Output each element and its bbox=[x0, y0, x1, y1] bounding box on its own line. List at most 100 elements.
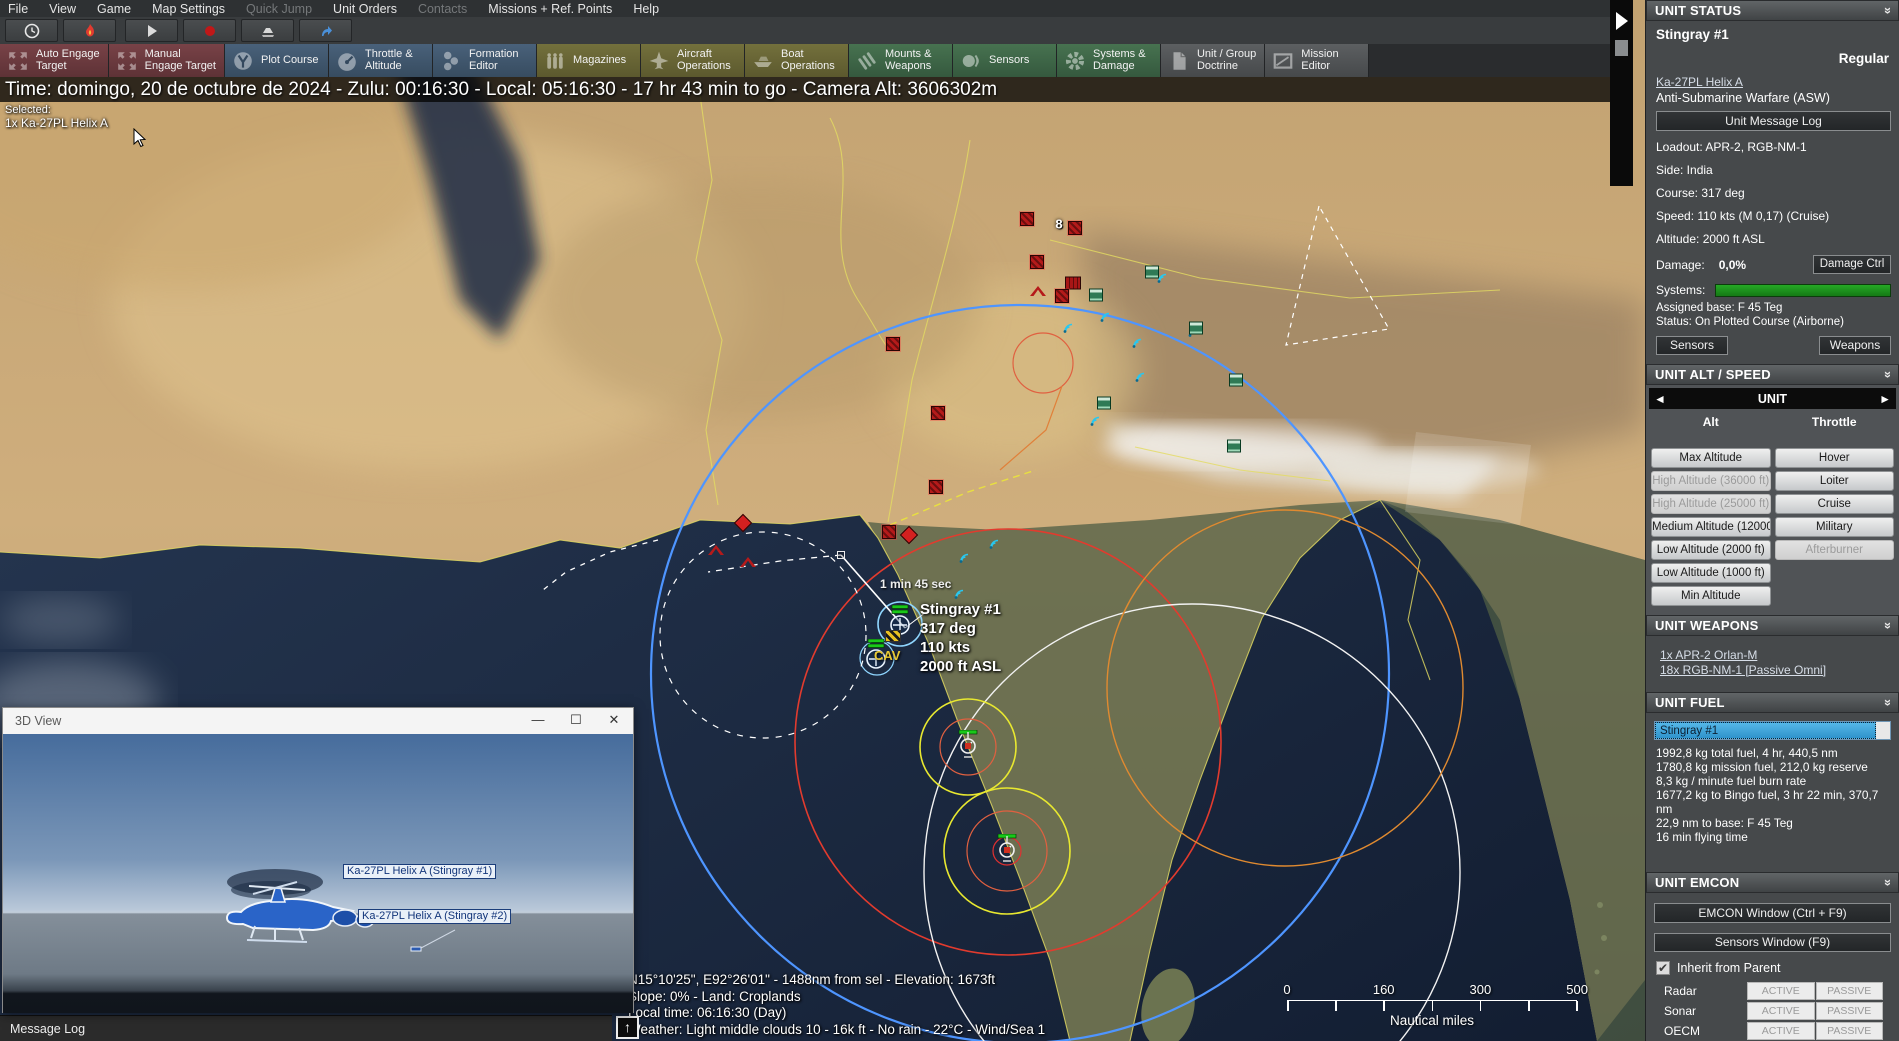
weapon-link[interactable]: 18x RGB-NM-1 [Passive Omni] bbox=[1660, 663, 1891, 678]
unit-message-log-button[interactable]: Unit Message Log bbox=[1656, 111, 1891, 131]
quick-button-jump-icon[interactable] bbox=[299, 19, 352, 42]
sidebar-expand-icon[interactable] bbox=[1616, 12, 1628, 30]
engage-icon bbox=[6, 50, 30, 72]
3d-view-title: 3D View bbox=[15, 714, 61, 728]
menu-item-view[interactable]: View bbox=[49, 2, 76, 16]
fuel-unit-selector[interactable]: Stingray #1 bbox=[1654, 721, 1891, 740]
fuel-info-line: 1780,8 kg mission fuel, 212,0 kg reserve bbox=[1656, 760, 1893, 774]
message-log-bar[interactable]: Message Log bbox=[0, 1015, 612, 1041]
toolbar-button-unit-group[interactable]: Unit / Group Doctrine bbox=[1161, 44, 1265, 77]
unit-status-title: UNIT STATUS bbox=[1655, 3, 1741, 18]
quick-button-play-icon[interactable] bbox=[125, 19, 178, 42]
collapse-icon[interactable]: « bbox=[1879, 879, 1894, 886]
hostile-installation-icon[interactable] bbox=[886, 337, 900, 351]
toolbar-button-aircraft[interactable]: Aircraft Operations bbox=[641, 44, 745, 77]
emcon-sensor-label: Sonar bbox=[1664, 1004, 1746, 1018]
menu-item-help[interactable]: Help bbox=[633, 2, 659, 16]
toolbar-button-sensors[interactable]: Sensors bbox=[953, 44, 1057, 77]
unit-type-link[interactable]: Ka-27PL Helix A bbox=[1656, 75, 1743, 89]
emcon-window-button[interactable]: EMCON Window (Ctrl + F9) bbox=[1654, 903, 1891, 923]
quick-button-flame-icon[interactable] bbox=[63, 19, 116, 42]
hostile-installation-icon[interactable] bbox=[929, 480, 943, 494]
friendly-surface-symbol[interactable] bbox=[955, 730, 981, 760]
menu-item-file[interactable]: File bbox=[8, 2, 28, 16]
dropdown-icon[interactable] bbox=[1876, 722, 1890, 739]
3d-view-titlebar[interactable]: 3D View — ☐ ✕ bbox=[3, 708, 633, 734]
scope-next-arrow[interactable]: ► bbox=[1874, 392, 1896, 406]
throttle-button-military[interactable]: Military bbox=[1775, 517, 1895, 537]
sensors-button[interactable]: Sensors bbox=[1656, 336, 1728, 355]
hostile-installation-icon[interactable] bbox=[1030, 255, 1044, 269]
emcon-passive-button-radar[interactable]: PASSIVE bbox=[1816, 982, 1884, 1000]
section-header-unit-status[interactable]: UNIT STATUS « bbox=[1646, 0, 1899, 21]
collapse-icon[interactable]: « bbox=[1879, 371, 1894, 378]
3d-view-canvas[interactable]: Ka-27PL Helix A (Stingray #1) Ka-27PL He… bbox=[3, 734, 633, 1013]
toolbar-button-systems-[interactable]: Systems & Damage bbox=[1057, 44, 1161, 77]
sensor-emitter-icon bbox=[1125, 334, 1143, 349]
clock-icon bbox=[24, 23, 40, 39]
throttle-button-cruise[interactable]: Cruise bbox=[1775, 494, 1895, 514]
quick-button-layers-icon[interactable] bbox=[241, 19, 294, 42]
toolbar-button-auto-engage[interactable]: Auto Engage Target bbox=[0, 44, 109, 77]
formation-icon bbox=[439, 50, 463, 72]
toolbar-button-manual[interactable]: Manual Engage Target bbox=[109, 44, 225, 77]
menu-item-missions-ref-points[interactable]: Missions + Ref. Points bbox=[488, 2, 612, 16]
close-icon[interactable]: ✕ bbox=[595, 708, 633, 734]
quick-button-clock-icon[interactable] bbox=[5, 19, 58, 42]
alt-button-min-altitude[interactable]: Min Altitude bbox=[1651, 586, 1771, 606]
quick-button-record-icon[interactable] bbox=[183, 19, 236, 42]
menu-item-game[interactable]: Game bbox=[97, 2, 131, 16]
hostile-installation-icon[interactable] bbox=[1068, 221, 1082, 235]
hostile-installation-icon[interactable] bbox=[1055, 289, 1069, 303]
toolbar-button-throttle-[interactable]: Throttle & Altitude bbox=[329, 44, 433, 77]
collapse-icon[interactable]: « bbox=[1879, 699, 1894, 706]
section-header-unit-emcon[interactable]: UNIT EMCON « bbox=[1646, 872, 1899, 893]
emcon-active-button-oecm[interactable]: ACTIVE bbox=[1747, 1022, 1815, 1040]
alt-button-low-altitude-1000-ft-[interactable]: Low Altitude (1000 ft) bbox=[1651, 563, 1771, 583]
helicopter-render bbox=[3, 734, 633, 1013]
menu-item-unit-orders[interactable]: Unit Orders bbox=[333, 2, 397, 16]
section-header-alt-speed[interactable]: UNIT ALT / SPEED « bbox=[1646, 364, 1899, 385]
toolbar-button-boat[interactable]: Boat Operations bbox=[745, 44, 849, 77]
alt-button-low-altitude-2000-ft-[interactable]: Low Altitude (2000 ft) bbox=[1651, 540, 1771, 560]
emcon-passive-button-oecm[interactable]: PASSIVE bbox=[1816, 1022, 1884, 1040]
hostile-installation-icon[interactable] bbox=[1020, 212, 1034, 226]
sidebar-scroll-thumb[interactable] bbox=[1615, 40, 1628, 56]
weapons-button[interactable]: Weapons bbox=[1819, 336, 1891, 355]
alt-button-medium-altitude-12000-ft-[interactable]: Medium Altitude (12000 ft) bbox=[1651, 517, 1771, 537]
friendly-surface-symbol[interactable] bbox=[994, 834, 1020, 864]
alt-button-max-altitude[interactable]: Max Altitude bbox=[1651, 448, 1771, 468]
emcon-active-button-sonar[interactable]: ACTIVE bbox=[1747, 1002, 1815, 1020]
toolbar-button-mission[interactable]: Mission Editor bbox=[1265, 44, 1369, 77]
inherit-checkbox[interactable]: ✔ bbox=[1656, 961, 1670, 975]
section-header-unit-fuel[interactable]: UNIT FUEL « bbox=[1646, 692, 1899, 713]
cmo-application: 8 1 min 45 sec Stingray #1 317 deg 110 k… bbox=[0, 0, 1899, 1041]
toolbar-button-formation[interactable]: Formation Editor bbox=[433, 44, 537, 77]
jump-icon bbox=[318, 23, 334, 39]
toolbar-button-mounts-[interactable]: Mounts & Weapons bbox=[849, 44, 953, 77]
message-log-expand-button[interactable]: ↑ bbox=[616, 1016, 639, 1039]
section-header-unit-weapons[interactable]: UNIT WEAPONS « bbox=[1646, 615, 1899, 636]
throttle-button-loiter[interactable]: Loiter bbox=[1775, 471, 1895, 491]
toolbar-button-magazines[interactable]: Magazines bbox=[537, 44, 641, 77]
hostile-installation-icon[interactable] bbox=[882, 525, 896, 539]
menu-item-map-settings[interactable]: Map Settings bbox=[152, 2, 225, 16]
throttle-button-hover[interactable]: Hover bbox=[1775, 448, 1895, 468]
weapon-link[interactable]: 1x APR-2 Orlan-M bbox=[1660, 648, 1891, 663]
collapse-icon[interactable]: « bbox=[1879, 7, 1894, 14]
minimize-icon[interactable]: — bbox=[519, 708, 557, 734]
damage-ctrl-button[interactable]: Damage Ctrl bbox=[1813, 255, 1891, 274]
scope-prev-arrow[interactable]: ◄ bbox=[1649, 392, 1671, 406]
emcon-passive-button-sonar[interactable]: PASSIVE bbox=[1816, 1002, 1884, 1020]
facility-icon bbox=[1189, 322, 1203, 335]
maximize-icon[interactable]: ☐ bbox=[557, 708, 595, 734]
toolbar-button-plot-course[interactable]: Plot Course bbox=[225, 44, 329, 77]
waypoint-eta-label: 1 min 45 sec bbox=[880, 577, 951, 591]
sensors-window-button[interactable]: Sensors Window (F9) bbox=[1654, 933, 1891, 952]
collapse-icon[interactable]: « bbox=[1879, 622, 1894, 629]
unit-activity-status: Status: On Plotted Course (Airborne) bbox=[1656, 316, 1891, 330]
fuel-info-line: 8,3 kg / minute fuel burn rate bbox=[1656, 774, 1893, 788]
damage-value: 0,0% bbox=[1719, 258, 1746, 272]
emcon-active-button-radar[interactable]: ACTIVE bbox=[1747, 982, 1815, 1000]
hostile-installation-icon[interactable] bbox=[931, 406, 945, 420]
